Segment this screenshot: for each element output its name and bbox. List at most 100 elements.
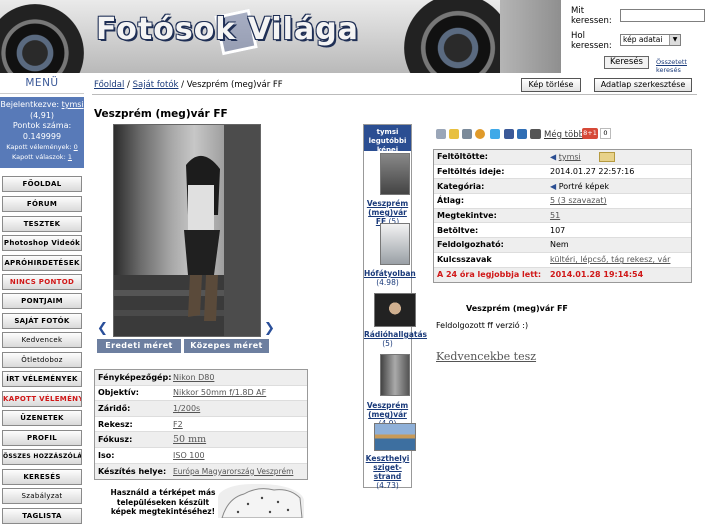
original-size-button[interactable]: Eredeti méret (97, 339, 181, 353)
photo-graphic (114, 125, 260, 336)
recent-photo-link[interactable]: Rádióhallgatás (364, 330, 427, 339)
exif-value-link[interactable]: 1/200s (173, 404, 200, 413)
menu-kereses[interactable]: KERESÉS (2, 469, 82, 485)
medium-size-button[interactable]: Közepes méret (184, 339, 269, 353)
exif-row: Fókusz: 50 mm (95, 432, 307, 448)
info-row: Átlag: 5 (3 szavazat) (434, 194, 691, 209)
recent-photo-thumb[interactable] (374, 423, 416, 451)
recent-photo-thumb[interactable] (380, 354, 410, 396)
where-select[interactable]: kép adatai ▼ (620, 34, 681, 46)
menu-taglista[interactable]: TAGLISTA (2, 508, 82, 524)
hungary-map-icon[interactable] (218, 484, 304, 519)
comments-received-link[interactable]: 0 (74, 143, 78, 151)
divider (92, 94, 697, 95)
exif-key: Iso: (98, 450, 115, 460)
recent-photo-thumb[interactable] (380, 223, 410, 265)
prev-photo-icon[interactable]: ❮ (97, 321, 108, 336)
recent-photo-link[interactable]: Hófátyolban (364, 269, 416, 278)
menu-osszes-hozzaszolas[interactable]: ÖSSZES HOZZÁSZÓLÁS (2, 449, 82, 465)
exif-value-link[interactable]: ISO 100 (173, 451, 205, 460)
user-box: Bejelentkezve: tymsi (4,91) Pontok száma… (0, 97, 84, 168)
recent-photo-link[interactable]: Veszprém (meg)vár FF (367, 199, 408, 226)
advanced-search-link[interactable]: Összetett keresés (656, 58, 707, 73)
delete-photo-button[interactable]: Kép törlése (521, 78, 581, 92)
more-share-link[interactable]: Még több (544, 130, 584, 140)
keywords-link[interactable]: kültéri, lépcső, tág rekesz, vár (550, 255, 670, 264)
menu-profil[interactable]: PROFIL (2, 430, 82, 446)
send-message-icon[interactable] (598, 151, 615, 162)
best-of-day-value: 2014.01.28 19:14:54 (550, 270, 644, 280)
menu-kedvencek[interactable]: Kedvencek (2, 332, 82, 348)
views-link[interactable]: 51 (550, 211, 560, 220)
menu-kapott-velemenyek[interactable]: KAPOTT VÉLEMÉNYEK (2, 391, 82, 407)
add-to-favorites-link[interactable]: Kedvencekbe tesz (436, 350, 536, 363)
info-row: Kategória: ◀ Portré képek (434, 179, 691, 195)
menu-szabalyzat[interactable]: Szabályzat (2, 488, 82, 504)
menu-otletdoboz[interactable]: Ötletdoboz (2, 352, 82, 368)
menu-uzenetek[interactable]: ÜZENETEK (2, 410, 82, 426)
menu-pontjaim[interactable]: PONTJAIM (2, 293, 82, 309)
print-icon[interactable] (462, 129, 472, 139)
exif-value-link[interactable]: F2 (173, 420, 183, 429)
recent-photo-caption: Veszprém (meg)vár FF (5) (364, 199, 411, 226)
exif-value-link[interactable]: Európa Magyarország Veszprém (173, 467, 293, 476)
facebook-icon[interactable] (504, 129, 514, 139)
info-row: Kulcsszavak kültéri, lépcső, tág rekesz, … (434, 252, 691, 268)
info-key: Betöltve: (437, 225, 479, 235)
edit-details-button[interactable]: Adatlap szerkesztése (594, 78, 692, 92)
menu-nincs-pontod[interactable]: NINCS PONTOD (2, 274, 82, 290)
main-photo[interactable] (113, 124, 261, 337)
recent-photos-column: tymsi legutóbbi képei Veszprém (meg)vár … (363, 124, 427, 490)
breadcrumb-separator: / (124, 80, 133, 90)
exif-value-link[interactable]: 50 mm (173, 434, 206, 445)
menu-forum[interactable]: FÓRUM (2, 196, 82, 212)
upload-time: 2014.01.27 22:57:16 (550, 167, 635, 177)
exif-key: Fényképezőgép: (98, 372, 172, 382)
twitter-icon[interactable] (490, 129, 500, 139)
breadcrumb-current: Veszprém (meg)vár FF (186, 80, 283, 90)
exif-value-link[interactable]: Nikon D80 (173, 373, 214, 382)
menu-fooldal[interactable]: FŐOLDAL (2, 176, 82, 192)
menu-tesztek[interactable]: TESZTEK (2, 216, 82, 232)
sidebar: MENÜ Bejelentkezve: tymsi (4,91) Pontok … (0, 73, 84, 524)
search-button[interactable]: Keresés (604, 56, 649, 69)
gplus-count: 0 (600, 128, 611, 139)
average-link[interactable]: 5 (3 szavazat) (550, 196, 607, 205)
exif-value-link[interactable]: Nikkor 50mm f/1.8D AF (173, 388, 266, 397)
loads-value: 107 (550, 225, 566, 235)
favorite-star-icon[interactable] (449, 129, 459, 139)
breadcrumb-my-photos-link[interactable]: Saját fotók (133, 80, 179, 90)
menu-photoshop-videok[interactable]: Photoshop Videók (2, 235, 82, 251)
replies-received-link[interactable]: 1 (68, 153, 72, 161)
next-photo-icon[interactable]: ❯ (264, 321, 275, 336)
recent-photo-thumb[interactable] (374, 293, 416, 327)
menu-aprohirdetesek[interactable]: APRÓHIRDETÉSEK (2, 255, 82, 271)
search-input[interactable] (620, 9, 705, 22)
myspace-icon[interactable] (530, 129, 541, 139)
recent-photo-link[interactable]: Keszthelyi sziget-strand (366, 454, 410, 481)
camera-lens-graphic (0, 4, 84, 73)
category-value[interactable]: Portré képek (559, 182, 609, 191)
uploader-link[interactable]: tymsi (559, 152, 581, 161)
info-key: Feltöltés ideje: (437, 167, 505, 177)
menu-sajat-fotok[interactable]: SAJÁT FOTÓK (2, 313, 82, 329)
info-key: Feldolgozható: (437, 240, 504, 250)
menu-irt-velemenyek[interactable]: ÍRT VÉLEMÉNYEK (2, 371, 82, 387)
breadcrumb-home-link[interactable]: Főoldal (94, 80, 124, 90)
camera-body-graphic (500, 0, 561, 73)
arrow-left-icon: ◀ (550, 152, 557, 162)
exif-row: Objektív: Nikkor 50mm f/1.8D AF (95, 386, 307, 402)
map-promo-text: Használd a térképet más településeken ké… (110, 488, 216, 516)
linkedin-icon[interactable] (517, 129, 527, 139)
share-icon[interactable] (475, 129, 485, 139)
map-promo[interactable]: Használd a térképet más településeken ké… (108, 484, 308, 519)
site-logo[interactable]: Fotósok Világa (96, 12, 359, 47)
email-share-icon[interactable] (436, 129, 446, 139)
recent-photo-link[interactable]: Veszprém (meg)vár (367, 401, 408, 419)
username-link[interactable]: tymsi (62, 100, 84, 109)
recent-photo-caption: Hófátyolban (4.98) (364, 269, 416, 287)
gplus-button[interactable]: 8+1 (582, 128, 598, 139)
info-key: Kategória: (437, 181, 485, 191)
exif-key: Rekesz: (98, 419, 133, 429)
recent-photo-thumb[interactable] (380, 153, 410, 195)
